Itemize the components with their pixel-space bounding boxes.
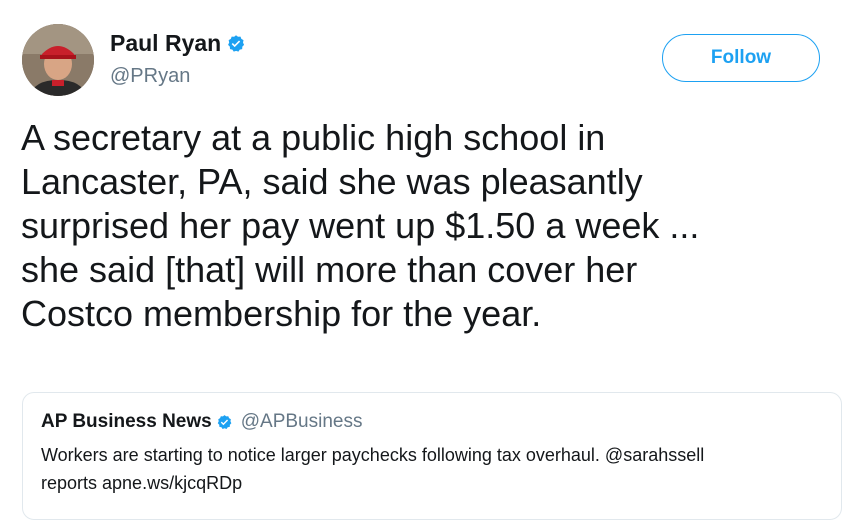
author-display-name[interactable]: Paul Ryan [110, 30, 221, 57]
tweet-text-line: A secretary at a public high school in [21, 117, 606, 158]
quoted-tweet-text-line: Workers are starting to notice larger pa… [41, 445, 705, 465]
quoted-author-handle: @APBusiness [240, 411, 363, 432]
follow-button[interactable]: Follow [662, 34, 820, 82]
author-name-row: Paul Ryan [110, 30, 246, 57]
author-handle[interactable]: @PRyan [110, 65, 190, 88]
tweet-text-line: Lancaster, PA, said she was pleasantly [21, 161, 643, 202]
quoted-tweet-header: AP Business News @APBusiness [41, 411, 823, 433]
tweet-text: A secretary at a public high school in L… [21, 116, 841, 336]
verified-badge-icon [228, 34, 245, 52]
verified-badge-icon [217, 414, 232, 429]
quoted-tweet-text-line: reports apne.ws/kjcqRDp [41, 473, 243, 493]
tweet-header: Paul Ryan @PRyan Follow [22, 24, 832, 98]
quoted-tweet-text: Workers are starting to notice larger pa… [41, 441, 823, 497]
tweet-text-line: surprised her pay went up $1.50 a week .… [21, 205, 700, 246]
avatar[interactable] [22, 24, 94, 96]
quoted-author-name: AP Business News [41, 411, 212, 432]
tweet-text-line: Costco membership for the year. [21, 293, 542, 334]
tweet-text-line: she said [that] will more than cover her [21, 249, 638, 290]
quoted-tweet-card[interactable]: AP Business News @APBusiness Workers are… [22, 392, 842, 520]
